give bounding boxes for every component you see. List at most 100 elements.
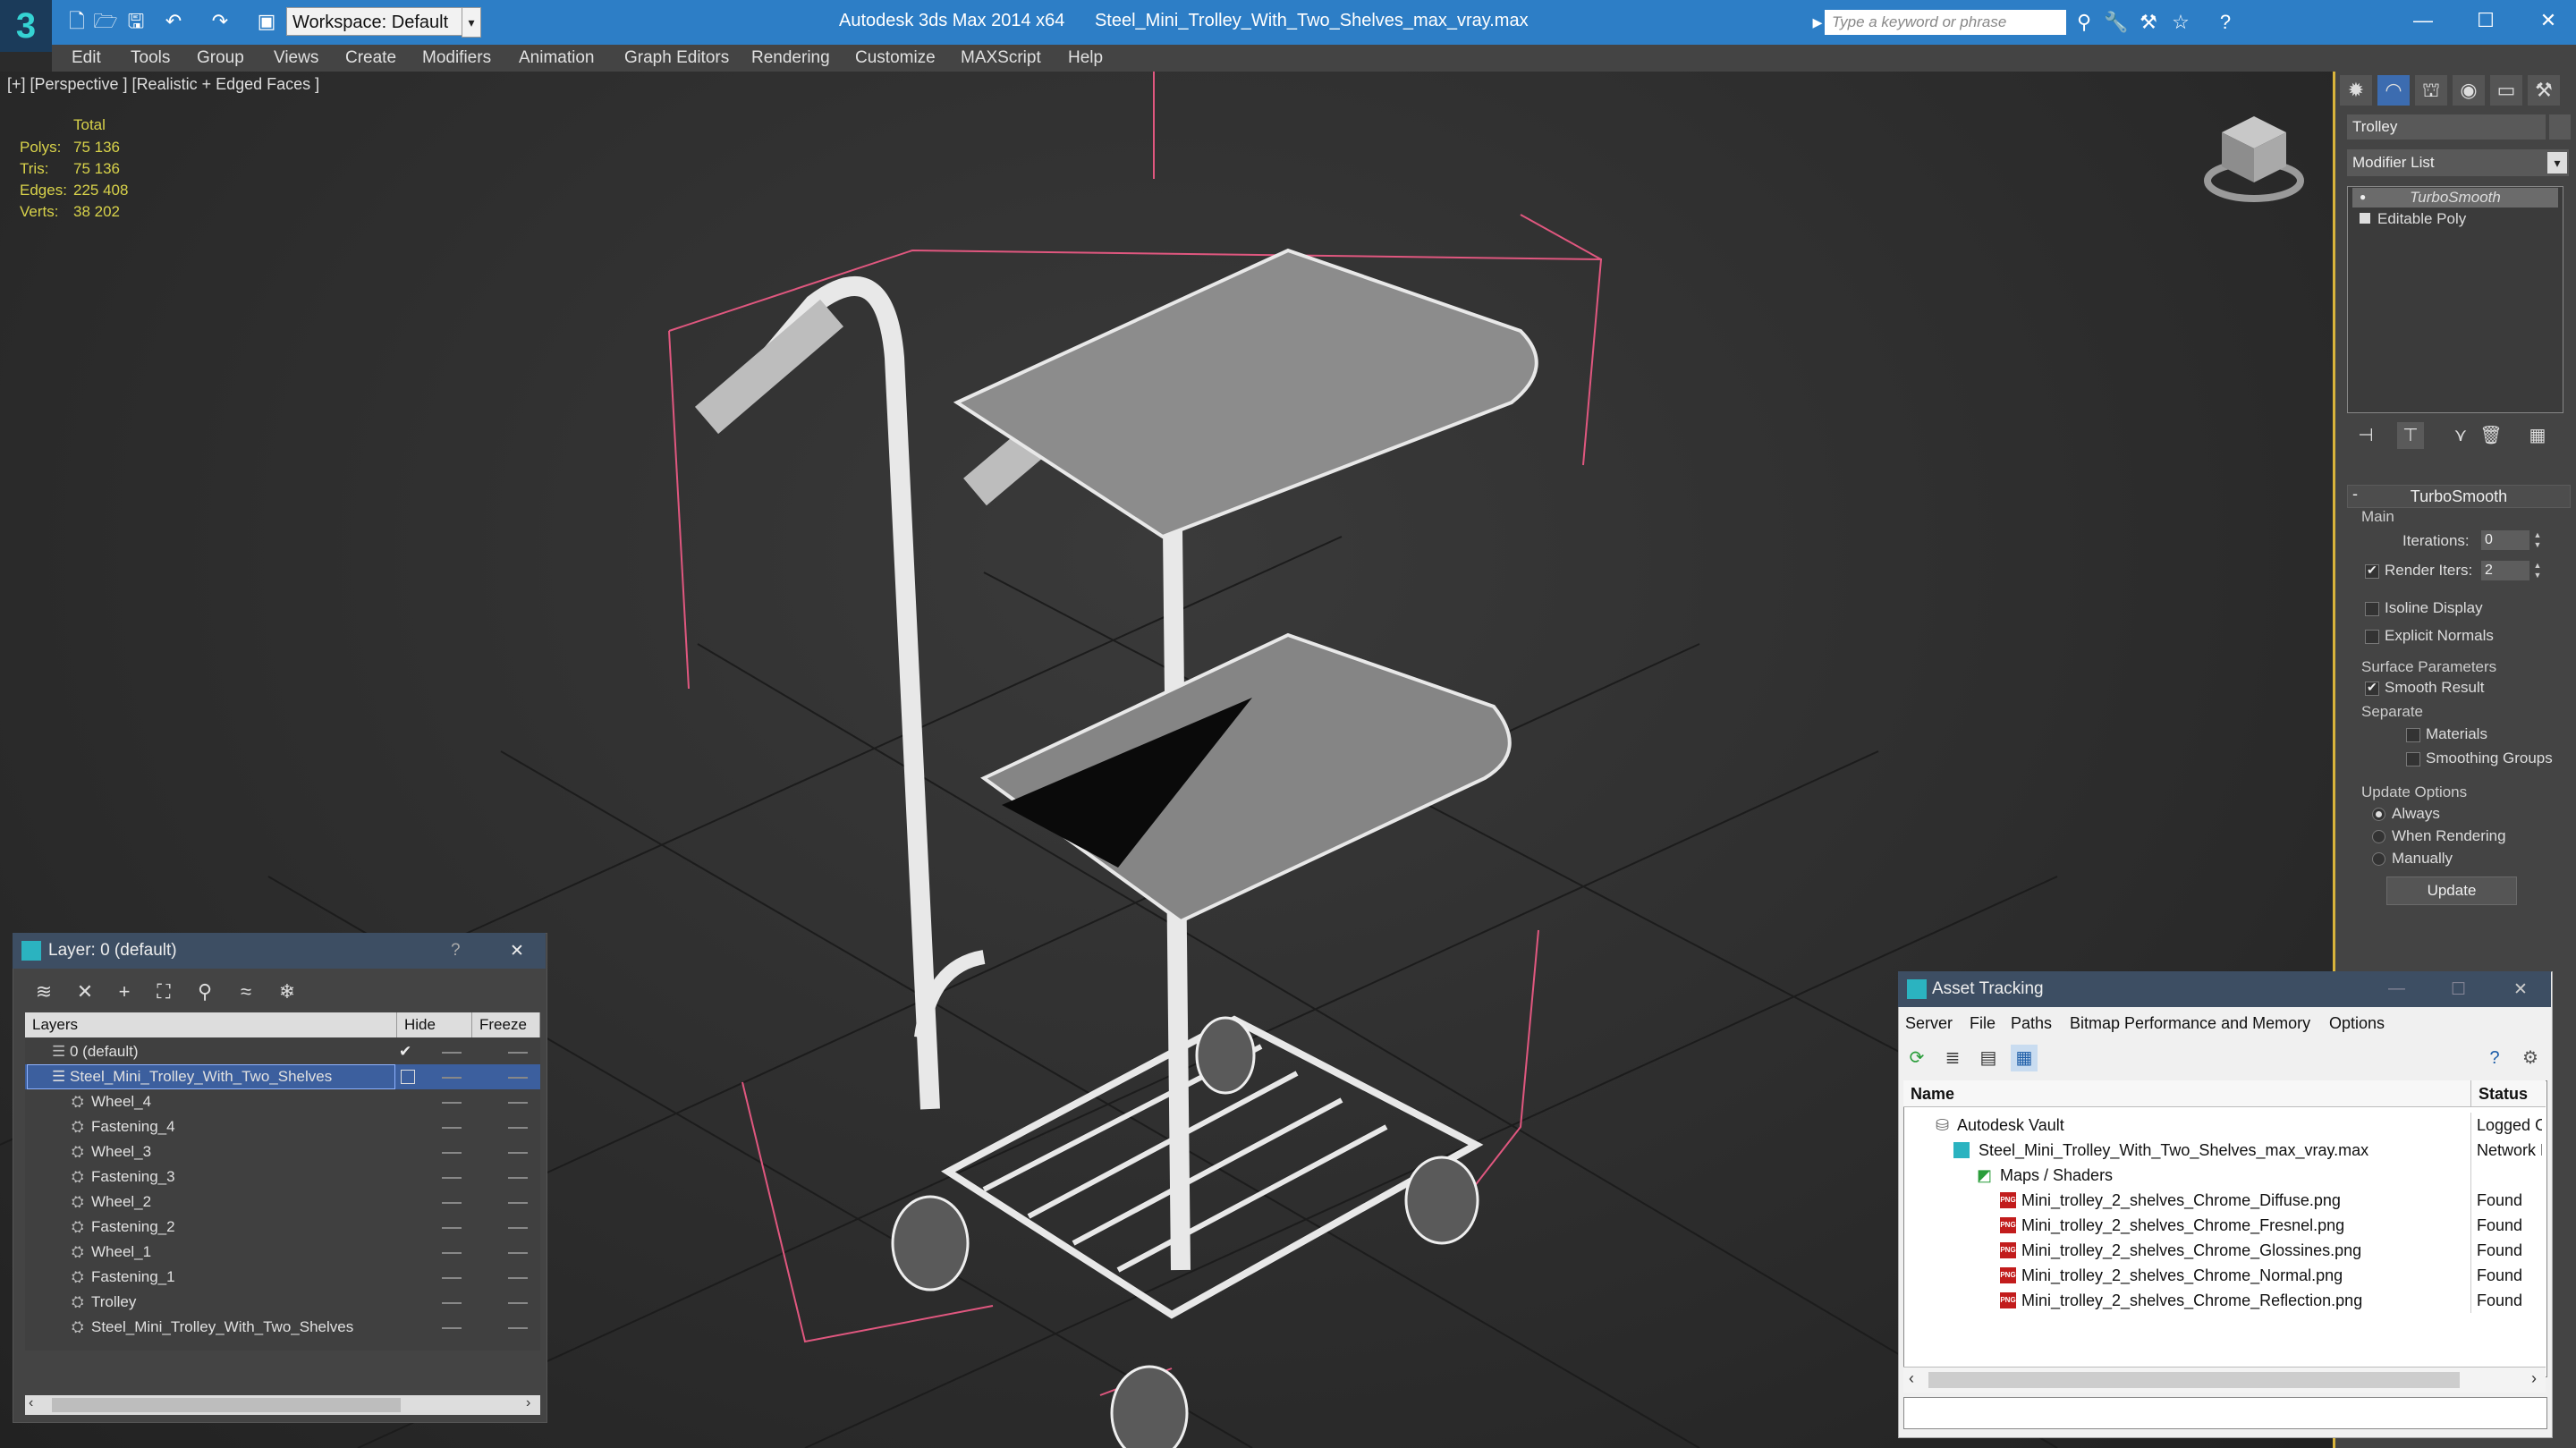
asset-row[interactable]: PNG Mini_trolley_2_shelves_Chrome_Reflec… [1903, 1288, 2470, 1313]
scroll-thumb[interactable] [1928, 1372, 2460, 1388]
close-icon[interactable]: ✕ [2513, 979, 2528, 1000]
menu-rendering[interactable]: Rendering [751, 45, 830, 72]
layer-row[interactable]: ☰ 0 (default) ✔ [25, 1039, 540, 1064]
scroll-left-icon[interactable]: ‹ [1909, 1369, 1914, 1388]
layer-object-row[interactable]: ⛭ Fastening_4 [25, 1114, 540, 1139]
help-icon[interactable]: ? [451, 941, 461, 961]
when-rendering-radio[interactable] [2372, 830, 2385, 843]
rollout-collapse-icon[interactable]: - [2352, 485, 2358, 504]
asset-row[interactable]: PNG Mini_trolley_2_shelves_Chrome_Fresne… [1903, 1213, 2470, 1238]
freeze-toggle[interactable] [508, 1077, 528, 1079]
turbosmooth-rollout-header[interactable]: TurboSmooth [2347, 485, 2571, 508]
hide-toggle[interactable] [442, 1277, 462, 1279]
menu-views[interactable]: Views [274, 45, 318, 72]
utilities-tab-icon[interactable]: ⚒ [2528, 75, 2560, 106]
redo-icon[interactable]: ↷ [208, 9, 233, 34]
freeze-column-header[interactable]: Freeze [472, 1012, 540, 1037]
layer-object-row[interactable]: ⛭ Wheel_3 [25, 1139, 540, 1164]
freeze-toggle[interactable] [508, 1252, 528, 1254]
project-folder-icon[interactable]: ▣ [254, 9, 279, 34]
viewport-label[interactable]: [+] [Perspective ] [Realistic + Edged Fa… [7, 75, 319, 94]
freeze-toggle[interactable] [508, 1102, 528, 1104]
freeze-toggle[interactable] [508, 1227, 528, 1229]
hierarchy-tab-icon[interactable]: ⛫ [2415, 75, 2447, 106]
layers-column-header[interactable]: Layers [25, 1012, 397, 1037]
status-column-header[interactable]: Status [2470, 1080, 2546, 1107]
freeze-toggle[interactable] [508, 1302, 528, 1304]
freeze-toggle[interactable] [508, 1052, 528, 1054]
freeze-toggle[interactable] [508, 1152, 528, 1154]
smoothing-groups-checkbox[interactable] [2406, 752, 2420, 766]
hide-toggle[interactable] [442, 1102, 462, 1104]
viewcube-icon[interactable] [2200, 107, 2308, 206]
create-layer-icon[interactable]: ≋ [30, 978, 57, 1005]
hide-toggle[interactable] [442, 1327, 462, 1329]
open-file-icon[interactable]: 🗁 [93, 9, 118, 34]
motion-tab-icon[interactable]: ◉ [2453, 75, 2485, 106]
expand-plus-icon[interactable] [2360, 213, 2370, 224]
help-icon[interactable]: ? [2213, 9, 2238, 36]
menu-tools[interactable]: Tools [131, 45, 170, 72]
table-view-icon[interactable]: ▤ [1975, 1045, 2002, 1071]
freeze-toggle[interactable] [508, 1177, 528, 1179]
hide-toggle[interactable] [442, 1152, 462, 1154]
undo-icon[interactable]: ↶ [161, 9, 186, 34]
hide-toggle[interactable] [442, 1052, 462, 1054]
spinner-arrows-icon[interactable]: ▲ ▼ [2531, 530, 2544, 550]
scroll-right-icon[interactable]: › [526, 1395, 530, 1411]
freeze-toggle[interactable] [508, 1327, 528, 1329]
hide-all-layers-icon[interactable]: ≈ [233, 978, 259, 1005]
render-iters-spinner[interactable]: 2 [2481, 561, 2529, 580]
layer-object-row[interactable]: ⛭ Steel_Mini_Trolley_With_Two_Shelves [25, 1315, 540, 1340]
make-active-box[interactable] [401, 1070, 415, 1084]
hide-toggle[interactable] [442, 1202, 462, 1204]
asset-menu-file[interactable]: File [1970, 1011, 1996, 1036]
hide-toggle[interactable] [442, 1177, 462, 1179]
menu-help[interactable]: Help [1068, 45, 1103, 72]
menu-group[interactable]: Group [197, 45, 244, 72]
pin-stack-icon[interactable]: ⊣ [2352, 422, 2379, 449]
asset-path-field[interactable] [1903, 1397, 2547, 1429]
asset-row[interactable]: ◩ Maps / Shaders [1903, 1163, 2470, 1188]
menu-customize[interactable]: Customize [855, 45, 936, 72]
active-layer-check-icon[interactable]: ✔ [399, 1039, 411, 1064]
asset-menu-paths[interactable]: Paths [2011, 1011, 2052, 1036]
stack-item-turbosmooth[interactable]: TurboSmooth [2352, 188, 2558, 207]
object-color-swatch[interactable] [2549, 114, 2571, 140]
freeze-toggle[interactable] [508, 1202, 528, 1204]
materials-checkbox[interactable] [2406, 728, 2420, 742]
layer-object-row[interactable]: ⛭ Trolley [25, 1290, 540, 1315]
minimize-button[interactable]: — [2392, 0, 2454, 41]
name-column-header[interactable]: Name [1903, 1080, 2470, 1107]
configure-modifier-sets-icon[interactable]: ▦ [2524, 422, 2551, 449]
app-logo-icon[interactable]: 3 [0, 0, 52, 52]
smooth-result-checkbox[interactable] [2365, 680, 2379, 696]
asset-menu-server[interactable]: Server [1905, 1011, 1953, 1036]
grid-view-icon[interactable]: ▦ [2011, 1045, 2038, 1071]
menu-create[interactable]: Create [345, 45, 396, 72]
layer-row-selected[interactable]: ☰ Steel_Mini_Trolley_With_Two_Shelves [25, 1064, 540, 1089]
horizontal-scrollbar[interactable]: ‹ › [1903, 1367, 2546, 1393]
hide-column-header[interactable]: Hide [397, 1012, 472, 1037]
layer-object-row[interactable]: ⛭ Fastening_2 [25, 1215, 540, 1240]
list-view-icon[interactable]: ≣ [1939, 1045, 1966, 1071]
object-name-field[interactable]: Trolley [2347, 114, 2546, 140]
make-unique-icon[interactable]: ⋎ [2447, 422, 2474, 449]
new-file-icon[interactable]: 🗋 [64, 9, 89, 34]
hide-toggle[interactable] [442, 1252, 462, 1254]
menu-graph-editors[interactable]: Graph Editors [624, 45, 729, 72]
asset-row[interactable]: PNG Mini_trolley_2_shelves_Chrome_Diffus… [1903, 1188, 2470, 1213]
render-iters-checkbox[interactable] [2365, 563, 2379, 579]
hide-toggle[interactable] [442, 1227, 462, 1229]
subscription-icon[interactable]: 🔧 [2104, 9, 2129, 36]
isoline-display-checkbox[interactable] [2365, 602, 2379, 616]
maximize-button[interactable]: ☐ [2454, 0, 2517, 41]
select-in-layer-icon[interactable]: ⛶ [150, 978, 177, 1005]
freeze-toggle[interactable] [508, 1127, 528, 1129]
stack-item-editable-poly[interactable]: Editable Poly [2352, 209, 2558, 229]
manually-radio[interactable] [2372, 852, 2385, 866]
close-icon[interactable]: ✕ [510, 941, 524, 961]
binoculars-icon[interactable]: ⚲ [2072, 9, 2097, 36]
freeze-all-layers-icon[interactable]: ❄ [274, 978, 301, 1005]
asset-menu-options[interactable]: Options [2329, 1011, 2385, 1036]
